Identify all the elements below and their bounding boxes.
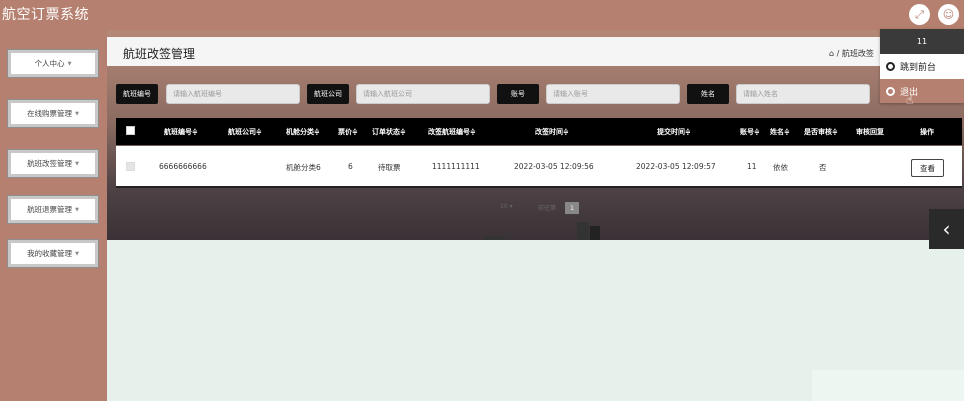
col-change-time[interactable]: 改签时间≑ [535, 127, 569, 137]
sidebar-item-label: 航班退票管理 [27, 205, 73, 214]
power-icon [886, 61, 895, 71]
breadcrumb: ⌂ / 航班改签 [829, 48, 874, 59]
cell-reviewed: 否 [819, 163, 827, 172]
breadcrumb-text: / 航班改签 [836, 49, 874, 58]
col-submit-time[interactable]: 提交时间≑ [657, 127, 691, 137]
select-all-checkbox[interactable] [126, 126, 135, 135]
dropdown-username: 11 [880, 29, 964, 54]
cell-flight-no: 6666666666 [159, 162, 207, 171]
background-decoration [485, 236, 505, 240]
company-input[interactable]: 请输入航班公司 [356, 84, 490, 104]
sidebar-item-label: 个人中心 [34, 59, 65, 68]
sidebar-item-label: 我的收藏管理 [27, 249, 73, 258]
chevron-down-icon: ▾ [509, 203, 513, 210]
home-icon[interactable]: ⌂ [829, 49, 834, 58]
content-shade [812, 370, 964, 401]
col-action: 操作 [920, 128, 934, 136]
col-price[interactable]: 票价≑ [338, 127, 358, 137]
cell-new-flight-no: 1111111111 [432, 162, 480, 171]
collapse-panel-button[interactable]: ‹ [929, 209, 964, 249]
background-decoration [590, 226, 600, 240]
col-new-flight-no[interactable]: 改签航班编号≑ [428, 127, 476, 137]
name-input[interactable]: 请输入姓名 [736, 84, 870, 104]
cell-account: 11 [747, 162, 757, 171]
pointer-cursor-icon: ☝ [906, 93, 914, 107]
search-label-name: 姓名 [687, 84, 729, 104]
page-header: 航班改签管理 ⌂ / 航班改签 [107, 37, 964, 66]
row-checkbox[interactable] [126, 162, 135, 171]
chevron-down-icon: ▼ [67, 60, 72, 67]
cell-status: 待取票 [378, 163, 401, 172]
cell-cabin: 机舱分类6 [286, 163, 321, 172]
chevron-down-icon: ▼ [75, 250, 79, 257]
goto-frontend-menu-item[interactable]: 跳到前台 [880, 54, 964, 78]
chevron-down-icon: ▼ [75, 110, 79, 117]
search-label-account: 账号 [497, 84, 539, 104]
page-size-select[interactable]: 10 ▾ [500, 203, 513, 210]
sidebar-item-flight-change[interactable]: 航班改签管理 ▼ [7, 149, 99, 178]
user-icon[interactable]: ☺ [938, 4, 959, 25]
background-decoration [577, 222, 589, 240]
sidebar-item-label: 在线购票管理 [27, 109, 73, 118]
col-account[interactable]: 账号≑ [740, 127, 760, 137]
cell-change-time: 2022-03-05 12:09:56 [514, 162, 594, 171]
chevron-left-icon: ‹ [942, 217, 951, 241]
table-row: 6666666666 机舱分类6 6 待取票 1111111111 2022-0… [116, 146, 962, 188]
goto-label: 前往第 [538, 205, 557, 212]
search-label-flight-no: 航班编号 [116, 84, 158, 104]
cell-submit-time: 2022-03-05 12:09:57 [636, 162, 716, 171]
page-title: 航班改签管理 [123, 47, 196, 61]
top-bar: 航空订票系统 ⤢ ☺ [0, 0, 964, 30]
page-size-value: 10 [500, 203, 508, 210]
app-title: 航空订票系统 [2, 7, 89, 23]
col-cabin[interactable]: 机舱分类≑ [286, 127, 320, 137]
account-input[interactable]: 请输入账号 [546, 84, 680, 104]
cell-name: 依依 [773, 163, 788, 172]
current-page-button[interactable]: 1 [565, 202, 579, 214]
chevron-down-icon: ▼ [75, 160, 79, 167]
sidebar-item-label: 航班改签管理 [27, 159, 73, 168]
search-label-company: 航班公司 [307, 84, 349, 104]
col-company[interactable]: 航班公司≑ [228, 127, 262, 137]
sidebar-item-ticket-booking[interactable]: 在线购票管理 ▼ [7, 99, 99, 128]
view-button[interactable]: 查看 [911, 159, 944, 177]
col-flight-no[interactable]: 航班编号≑ [164, 127, 198, 137]
sidebar-item-flight-refund[interactable]: 航班退票管理 ▼ [7, 195, 99, 224]
flight-no-input[interactable]: 请输入航班编号 [166, 84, 300, 104]
sidebar-item-favorites[interactable]: 我的收藏管理 ▼ [7, 239, 99, 268]
menu-item-label: 跳到前台 [900, 62, 937, 73]
col-reviewed[interactable]: 是否审核≑ [804, 127, 838, 137]
col-name[interactable]: 姓名≑ [770, 127, 790, 137]
chevron-down-icon: ▼ [75, 206, 79, 213]
col-status[interactable]: 订单状态≑ [372, 127, 406, 137]
sidebar-item-personal-center[interactable]: 个人中心 ▼ [7, 49, 99, 78]
user-dropdown-menu: 11 跳到前台 退出 [880, 29, 964, 103]
expand-icon[interactable]: ⤢ [909, 4, 930, 25]
power-icon [886, 86, 895, 96]
cell-price: 6 [348, 162, 353, 171]
col-reply: 审核回复 [856, 128, 884, 136]
logout-menu-item[interactable]: 退出 [880, 79, 964, 103]
sidebar: 个人中心 ▼ 在线购票管理 ▼ 航班改签管理 ▼ 航班退票管理 ▼ 我的收藏管理 ▼ [0, 30, 107, 401]
table-header: 航班编号≑ 航班公司≑ 机舱分类≑ 票价≑ 订单状态≑ 改签航班编号≑ 改签时间… [116, 118, 962, 145]
